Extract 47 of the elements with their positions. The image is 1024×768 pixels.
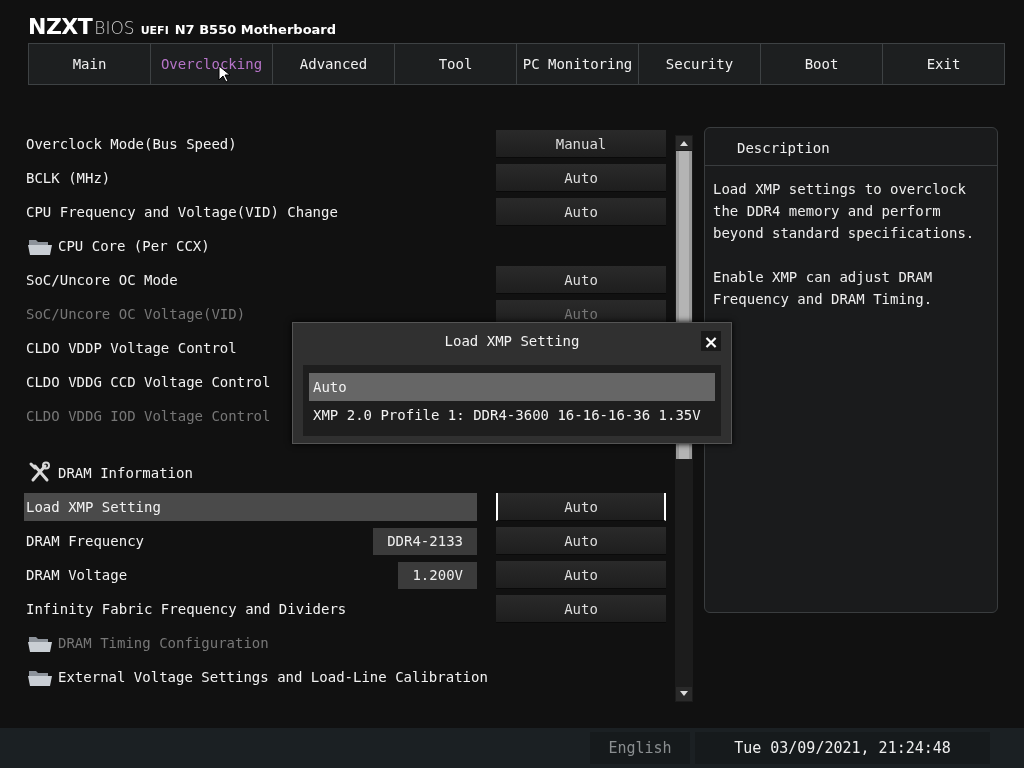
- menu-tab[interactable]: Boot: [760, 43, 883, 85]
- value-button[interactable]: Auto: [496, 561, 666, 589]
- menu-tab[interactable]: Security: [638, 43, 761, 85]
- section-heading: DRAM Information: [58, 465, 193, 481]
- value-button[interactable]: Auto: [496, 198, 666, 226]
- board-name: N7 B550 Motherboard: [174, 22, 337, 37]
- setting-label[interactable]: SoC/Uncore OC Mode: [24, 266, 178, 294]
- value-button[interactable]: Auto: [496, 493, 666, 521]
- value-button[interactable]: Auto: [496, 595, 666, 623]
- product-label: BIOS: [94, 18, 135, 38]
- dialog-title: Load XMP Setting: [444, 333, 580, 349]
- menu-tab[interactable]: Main: [28, 43, 151, 85]
- panel-title: Description: [705, 128, 997, 166]
- value-button[interactable]: Manual: [496, 130, 666, 158]
- menu-tab[interactable]: Advanced: [272, 43, 395, 85]
- menu-tab[interactable]: Exit: [882, 43, 1005, 85]
- value-button[interactable]: Auto: [496, 266, 666, 294]
- menu-tab[interactable]: Tool: [394, 43, 517, 85]
- description-text: Load XMP settings to overclock the DDR4 memory and perform beyond standard specifications.: [713, 180, 976, 243]
- menu-tab[interactable]: PC Monitoring: [516, 43, 639, 85]
- setting-label[interactable]: Infinity Fabric Frequency and Dividers: [24, 595, 347, 623]
- folder-icon: [28, 237, 52, 255]
- setting-label[interactable]: DRAM Voltage: [24, 561, 128, 589]
- setting-label[interactable]: CLDO VDDG CCD Voltage Control: [24, 368, 271, 396]
- close-button[interactable]: ×: [701, 331, 721, 351]
- brand-logo: NZXT: [28, 14, 93, 39]
- folder-icon: [28, 668, 52, 686]
- menu-tab[interactable]: Overclocking: [150, 43, 273, 85]
- setting-label[interactable]: BCLK (MHz): [24, 164, 111, 192]
- value-button[interactable]: Auto: [496, 164, 666, 192]
- current-value: DDR4-2133: [373, 527, 477, 555]
- setting-label[interactable]: Overclock Mode(Bus Speed): [24, 130, 237, 158]
- current-value: 1.200V: [398, 561, 477, 589]
- submenu-link[interactable]: CPU Core (Per CCX): [58, 238, 210, 254]
- language-selector[interactable]: English: [590, 732, 690, 764]
- option-item[interactable]: XMP 2.0 Profile 1: DDR4-3600 16-16-16-36 1.35V: [309, 401, 715, 429]
- mode-label: UEFI: [140, 24, 169, 37]
- description-text: Enable XMP can adjust DRAM Frequency and DRAM Timing.: [713, 268, 934, 309]
- setting-label[interactable]: CLDO VDDP Voltage Control: [24, 334, 237, 362]
- value-button[interactable]: Auto: [496, 527, 666, 555]
- date-time: Tue 03/09/2021, 21:24:48: [695, 732, 990, 764]
- setting-label[interactable]: DRAM Frequency: [24, 527, 144, 555]
- setting-label[interactable]: CPU Frequency and Voltage(VID) Change: [24, 198, 338, 226]
- submenu-link[interactable]: External Voltage Settings and Load-Line Calibration: [58, 669, 488, 685]
- folder-icon: [28, 634, 52, 652]
- option-item[interactable]: Auto: [309, 373, 715, 401]
- setting-label[interactable]: Load XMP Setting: [24, 493, 477, 521]
